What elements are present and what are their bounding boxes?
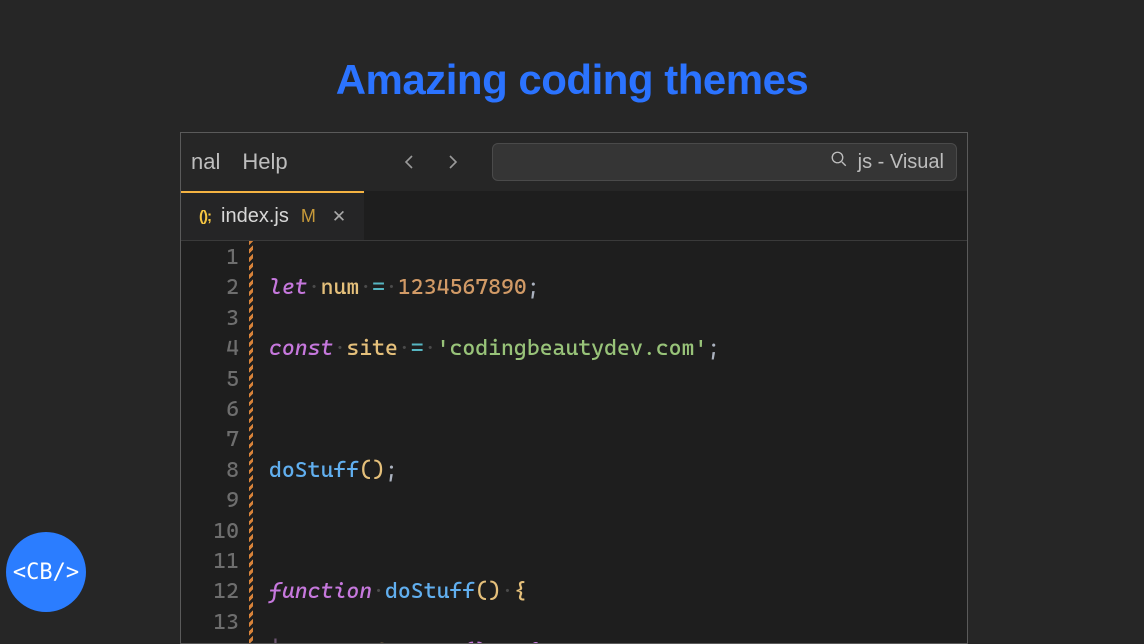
modified-indicator: M xyxy=(301,206,316,227)
titlebar: nal Help js - Visual xyxy=(181,133,967,191)
menu-help[interactable]: Help xyxy=(242,149,287,175)
js-file-icon: (); xyxy=(199,208,211,225)
nav-back-icon[interactable] xyxy=(398,150,422,174)
vscode-window: nal Help js - Visual (); index.js M ✕ xyxy=(180,132,968,644)
nav-forward-icon[interactable] xyxy=(440,150,464,174)
menu-terminal-fragment[interactable]: nal xyxy=(191,149,220,175)
search-icon xyxy=(830,150,848,174)
tab-index-js[interactable]: (); index.js M ✕ xyxy=(181,191,364,240)
command-center[interactable]: js - Visual xyxy=(492,143,957,181)
close-icon[interactable]: ✕ xyxy=(332,207,346,227)
tab-filename: index.js xyxy=(221,205,289,228)
editor-area[interactable]: 1 2 3 4 5 6 7 8 9 10 11 12 13 let·num·=·… xyxy=(181,241,967,643)
tab-bar: (); index.js M ✕ xyxy=(181,191,967,241)
search-label: js - Visual xyxy=(858,151,944,174)
code-content[interactable]: let·num·=·1234567890; const·site·=·'codi… xyxy=(253,241,720,643)
coding-beauty-logo: <CB/> xyxy=(6,532,86,612)
line-number-gutter: 1 2 3 4 5 6 7 8 9 10 11 12 13 xyxy=(181,241,249,643)
headline: Amazing coding themes xyxy=(0,0,1144,126)
